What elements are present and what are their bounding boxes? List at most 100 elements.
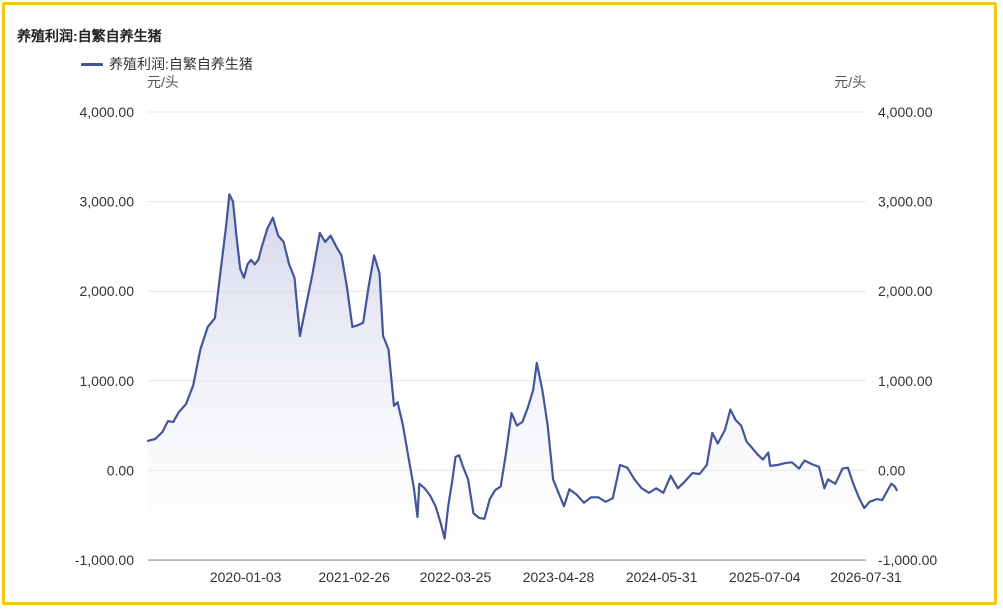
data-point [536,362,538,364]
data-point [162,431,164,433]
data-point [277,235,279,237]
data-point [288,263,290,265]
data-point [798,468,800,470]
data-point [494,489,496,491]
data-point [228,193,230,195]
y-tick-label-right: 4,000.00 [878,104,933,120]
data-point [762,459,764,461]
data-point [823,487,825,489]
data-point [791,461,793,463]
data-point [724,429,726,431]
data-point [357,324,359,326]
data-point [239,268,241,270]
data-point [393,405,395,407]
data-point [483,518,485,520]
data-point [172,421,174,423]
data-point [746,441,748,443]
data-point [558,492,560,494]
data-point [597,496,599,498]
data-point [804,460,806,462]
data-point [489,498,491,500]
data-point [330,235,332,237]
data-point [362,322,364,324]
data-point [283,241,285,243]
data-point [706,464,708,466]
data-point [612,497,614,499]
data-point [232,201,234,203]
data-point [382,335,384,337]
data-point [619,464,621,466]
data-point [641,487,643,489]
data-point [691,472,693,474]
data-point [478,517,480,519]
data-point [254,263,256,265]
data-point [818,466,820,468]
data-point [335,245,337,247]
data-point [767,452,769,454]
data-point [462,465,464,467]
x-tick-label: 2022-03-25 [420,569,492,585]
data-point [684,480,686,482]
data-point [881,499,883,501]
y-tick-label-right: 1,000.00 [878,373,933,389]
data-point [435,505,437,507]
data-point [299,335,301,337]
data-point [388,348,390,350]
data-point [655,487,657,489]
data-point [769,465,771,467]
data-point [532,389,534,391]
y-tick-label-left: 2,000.00 [80,283,135,299]
data-point [250,259,252,261]
data-point [397,401,399,403]
data-point [407,456,409,458]
data-point [413,487,415,489]
data-point [429,495,431,497]
data-point [626,467,628,469]
data-point [711,432,713,434]
data-point [842,468,844,470]
x-tick-label: 2021-02-26 [318,569,390,585]
data-point [576,494,578,496]
y-tick-label-left: 1,000.00 [80,373,135,389]
data-point [458,454,460,456]
data-point [261,245,263,247]
data-point [677,487,679,489]
data-point [473,512,475,514]
data-point [424,487,426,489]
data-point [717,443,719,445]
data-point [511,412,513,414]
data-point [568,488,570,490]
x-tick-label: 2020-01-03 [210,569,282,585]
data-point [451,483,453,485]
data-point [516,425,518,427]
y-tick-label-right: 0.00 [878,462,905,478]
data-point [894,486,896,488]
data-point [847,467,849,469]
x-tick-label: 2025-07-04 [729,569,801,585]
x-tick-label: 2024-05-31 [626,569,698,585]
data-point [467,478,469,480]
data-point [890,483,892,485]
data-point [294,277,296,279]
data-point [896,489,898,491]
y-tick-label-left: 4,000.00 [80,104,135,120]
data-point [417,516,419,518]
data-point [552,478,554,480]
data-point [219,272,221,274]
data-point [236,236,238,238]
data-point [834,483,836,485]
data-point [876,498,878,500]
chart-svg: 4,000.00 4,000.00 3,000.00 3,000.00 2,000.00… [75,74,938,585]
data-point [547,425,549,427]
data-point [751,447,753,449]
data-point [541,389,543,391]
data-point [605,501,607,503]
data-point [243,277,245,279]
data-point [563,505,565,507]
data-point [447,505,449,507]
data-point [154,438,156,440]
data-point [757,453,759,455]
data-point [505,452,507,454]
y-tick-label-left: -1,000.00 [75,552,134,568]
y-tick-label-right: 3,000.00 [878,194,933,210]
